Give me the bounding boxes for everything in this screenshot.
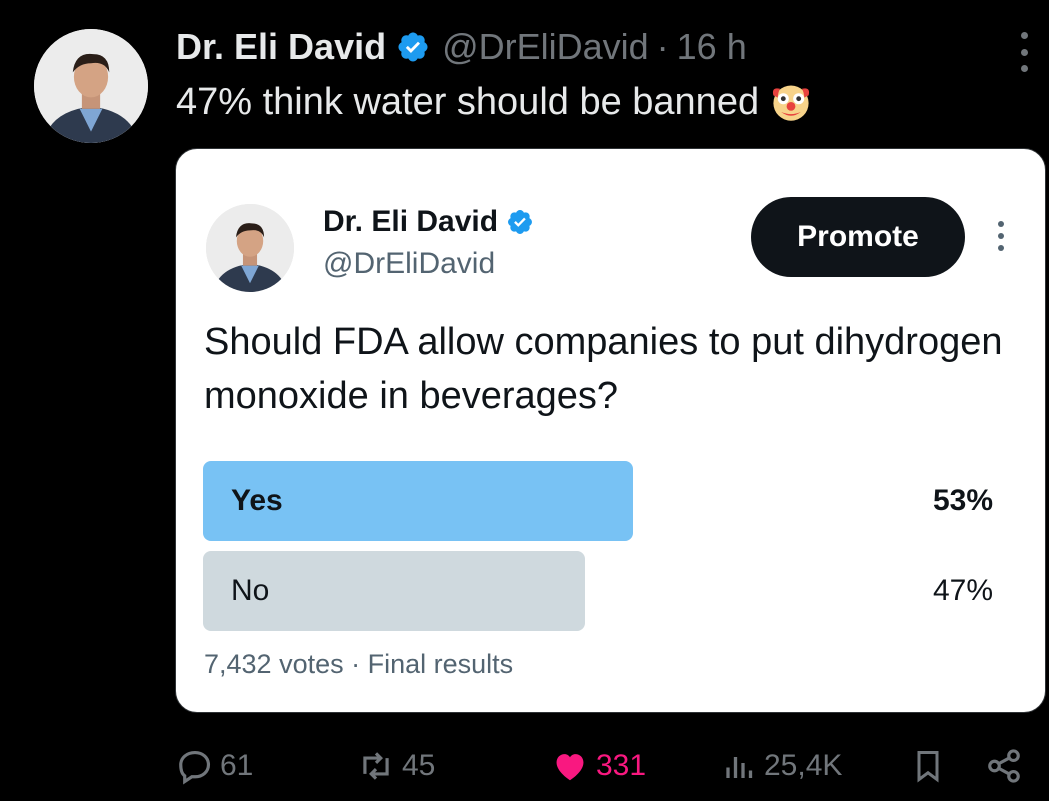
- repost-icon: [363, 752, 389, 780]
- quoted-author-avatar[interactable]: [206, 204, 294, 292]
- like-button[interactable]: 331: [550, 738, 646, 794]
- poll-question: Should FDA allow companies to put dihydr…: [204, 321, 1003, 417]
- bookmark-button[interactable]: [910, 738, 952, 794]
- author-avatar[interactable]: [34, 29, 148, 143]
- more-icon[interactable]: [1012, 32, 1036, 72]
- repost-count: 45: [402, 749, 436, 782]
- poll-option-label: Yes: [231, 484, 283, 517]
- tweet-header: Dr. Eli David @DrEliDavid · 16 h: [176, 24, 747, 70]
- verified-badge-icon: [398, 32, 428, 62]
- bookmark-icon: [917, 751, 939, 783]
- quoted-author-name[interactable]: Dr. Eli David: [323, 205, 498, 239]
- poll-option-yes: Yes 53%: [203, 461, 993, 541]
- repost-button[interactable]: 45: [356, 738, 435, 794]
- tweet-body: 47% think water should be banned: [176, 80, 760, 123]
- poll-option-no: No 47%: [203, 551, 993, 631]
- share-icon: [988, 749, 1020, 783]
- reply-icon: [179, 750, 211, 785]
- tweet-time[interactable]: 16 h: [677, 26, 747, 68]
- views-button[interactable]: 25,4K: [722, 738, 842, 794]
- verified-badge-icon: [508, 210, 533, 234]
- poll-option-percent: 47%: [932, 574, 993, 607]
- action-bar: 61 45 331 25,4K: [0, 738, 1049, 794]
- author-handle[interactable]: @DrEliDavid: [442, 26, 649, 68]
- clown-face-icon: [773, 85, 810, 121]
- poll-footer: 7,432 votes · Final results: [204, 649, 514, 679]
- separator-dot: ·: [656, 26, 669, 67]
- quoted-author-name-row: Dr. Eli David: [323, 205, 546, 239]
- views-icon: [726, 757, 753, 778]
- quoted-author-handle[interactable]: @DrEliDavid: [323, 247, 495, 281]
- quoted-tweet-card[interactable]: Dr. Eli David @DrEliDavid Promote Should…: [175, 148, 1046, 713]
- tweet-text: 47% think water should be banned: [176, 80, 813, 124]
- heart-icon: [556, 754, 584, 781]
- reply-button[interactable]: 61: [176, 738, 253, 794]
- poll-option-percent: 53%: [932, 484, 993, 517]
- like-count: 331: [596, 749, 647, 782]
- share-button[interactable]: [985, 738, 1029, 794]
- poll-option-label: No: [231, 574, 270, 607]
- author-name[interactable]: Dr. Eli David: [176, 26, 386, 68]
- views-count: 25,4K: [764, 749, 843, 782]
- reply-count: 61: [220, 749, 254, 782]
- more-icon[interactable]: [994, 221, 1008, 251]
- promote-button[interactable]: Promote: [751, 197, 965, 277]
